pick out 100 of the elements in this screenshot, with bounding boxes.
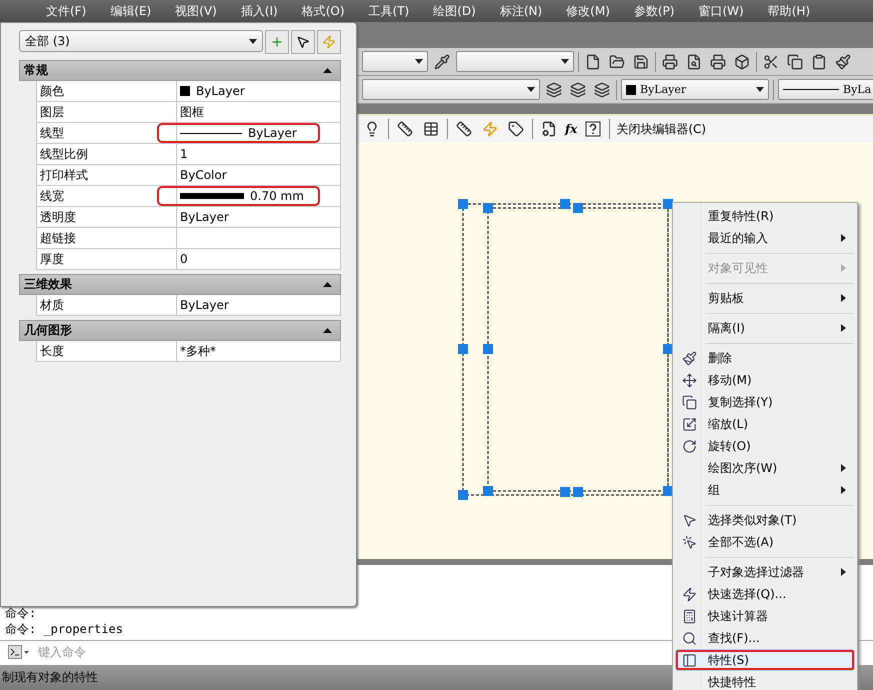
context-menu-item[interactable]: 复制选择(Y) [675, 391, 855, 413]
menu-item[interactable]: 标注(N) [488, 2, 554, 20]
caret-icon [756, 87, 764, 92]
printer-icon[interactable] [708, 52, 728, 72]
menu-item[interactable]: 编辑(E) [98, 2, 164, 20]
collapse-icon [323, 328, 332, 333]
context-menu-item[interactable]: 缩放(L) [675, 413, 855, 435]
context-menu-item[interactable]: 重复特性(R) [675, 205, 855, 227]
property-label: 超链接 [40, 230, 76, 246]
lightning-icon [322, 35, 336, 49]
menu-item[interactable]: 绘图(D) [421, 2, 488, 20]
plus-icon [270, 35, 284, 49]
ruler-icon[interactable] [395, 119, 415, 139]
lightning-icon [682, 586, 696, 602]
section-header[interactable]: 三维效果 [19, 274, 341, 295]
property-label: 线宽 [40, 188, 64, 204]
function-label[interactable]: fx [565, 122, 578, 136]
property-value: 图框 [180, 104, 204, 120]
property-value: 0 [180, 252, 188, 266]
caret-icon [527, 87, 535, 92]
command-history-line: 命令: _properties [4, 621, 123, 637]
printer-icon[interactable] [660, 52, 680, 72]
context-menu-item[interactable]: 绘图次序(W) [675, 457, 855, 479]
property-label: 图层 [40, 104, 64, 120]
menu-item[interactable]: 文件(F) [34, 2, 98, 20]
menu-item[interactable]: 帮助(H) [756, 2, 822, 20]
layers-icon[interactable] [544, 80, 564, 100]
cursor-click-icon [682, 534, 696, 550]
collapse-icon [323, 68, 332, 73]
property-value: ByLayer [196, 84, 245, 98]
property-value: ByColor [180, 168, 227, 182]
submenu-arrow-icon [841, 486, 846, 494]
context-menu-item[interactable]: 最近的输入 [675, 227, 855, 249]
menu-item[interactable]: 格式(O) [290, 2, 357, 20]
copy-icon[interactable] [785, 52, 805, 72]
submenu-arrow-icon [841, 264, 846, 272]
context-menu-item[interactable]: 子对象选择过滤器 [675, 561, 855, 583]
context-menu-item[interactable]: 全部不选(A) [675, 531, 855, 553]
property-label: 透明度 [40, 208, 76, 226]
section-header[interactable]: 常规 [19, 60, 341, 81]
color-dropdown[interactable]: ByLayer [621, 79, 769, 100]
linetype-dropdown[interactable]: ByLa [778, 79, 873, 100]
menu-item[interactable]: 修改(M) [554, 2, 622, 20]
caret-icon [415, 59, 423, 64]
close-block-editor-link[interactable]: 关闭块编辑器(C) [616, 120, 706, 138]
property-value: 1 [180, 147, 188, 161]
property-value: 0.70 mm [250, 189, 304, 203]
property-value: ByLayer [180, 298, 229, 312]
status-text: 制现有对象的特性 [2, 669, 98, 686]
menu-item[interactable]: 视图(V) [163, 2, 229, 20]
line-sample-icon [783, 88, 839, 91]
property-label: 打印样式 [40, 166, 88, 184]
toggle-pickadd-button[interactable] [265, 30, 289, 54]
submenu-arrow-icon [841, 324, 846, 332]
property-label: 厚度 [40, 250, 64, 268]
menu-item[interactable]: 插入(I) [228, 2, 290, 20]
copy-icon [682, 394, 696, 410]
tag-icon[interactable] [506, 119, 526, 139]
menu-item[interactable]: 参数(P) [622, 2, 686, 20]
context-menu-item[interactable]: 选择类似对象(T) [675, 509, 855, 531]
context-menu-item[interactable]: 查找(F)... [675, 627, 855, 649]
ruler-icon[interactable] [454, 119, 474, 139]
context-menu-item[interactable]: 隔离(I) [675, 317, 855, 339]
layers-icon[interactable] [592, 80, 612, 100]
property-label: 材质 [40, 296, 64, 314]
property-value: ByLayer [180, 210, 229, 224]
context-menu-item[interactable]: 删除 [675, 347, 855, 369]
submenu-arrow-icon [841, 294, 846, 302]
menu-item[interactable]: 窗口(W) [686, 2, 756, 20]
layers-icon[interactable] [568, 80, 588, 100]
cursor-icon [682, 512, 696, 528]
menu-item[interactable]: 工具(T) [356, 2, 422, 20]
cursor-icon [296, 35, 310, 49]
select-objects-button[interactable] [291, 30, 315, 54]
command-history-line: 命令: [4, 605, 36, 621]
property-label: 颜色 [40, 82, 64, 100]
context-menu-item[interactable]: 快速选择(Q)... [675, 583, 855, 605]
collapse-icon [323, 282, 332, 287]
submenu-arrow-icon [841, 464, 846, 472]
search-icon [682, 630, 696, 646]
context-menu-item[interactable]: 特性(S) [675, 649, 855, 671]
calculator-icon [682, 608, 696, 624]
property-value: ByLayer [248, 126, 297, 140]
context-menu-item[interactable]: 旋转(O) [675, 435, 855, 457]
context-menu-item[interactable]: 快捷特性 [675, 671, 855, 690]
property-label: 线型 [40, 124, 64, 142]
submenu-arrow-icon [841, 568, 846, 576]
terminal-icon [8, 644, 30, 658]
rotate-icon [682, 438, 696, 454]
section-header[interactable]: 几何图形 [19, 320, 341, 341]
caret-icon [249, 38, 257, 44]
context-menu-item[interactable]: 移动(M) [675, 369, 855, 391]
move-icon [682, 372, 696, 388]
context-menu-item[interactable]: 剪贴板 [675, 287, 855, 309]
context-menu-item[interactable]: 快速计算器 [675, 605, 855, 627]
line-sample-icon [180, 132, 242, 134]
context-menu-item[interactable]: 组 [675, 479, 855, 501]
selection-dropdown[interactable]: 全部 (3) [19, 30, 263, 52]
help-icon[interactable] [583, 119, 604, 139]
color-swatch-icon [626, 84, 636, 94]
